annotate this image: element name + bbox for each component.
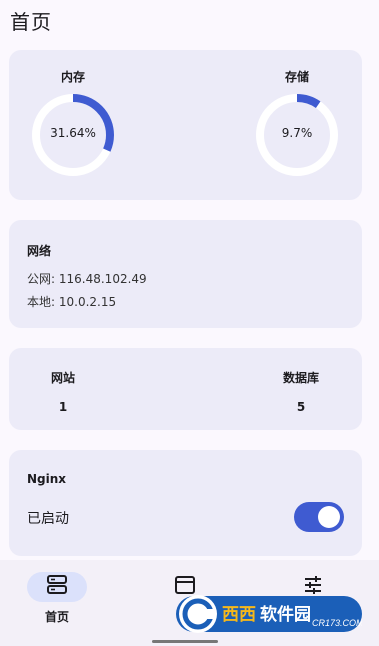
nginx-card: Nginx 已启动 [9,450,362,556]
public-ip-value: 116.48.102.49 [58,272,147,286]
storage-ring: 9.7% [252,90,342,180]
memory-ring: 31.64% [28,90,118,180]
local-ip-value: 10.0.2.15 [58,295,117,309]
nav-pill-home [27,572,87,602]
toggle-knob [318,506,340,528]
public-ip-row: 公网: 116.48.102.49 [27,270,147,287]
watermark-logo: 西西 软件园 CR173.COM [176,592,364,636]
databases-count: 5 [296,400,306,414]
storage-value: 9.7% [281,126,313,140]
memory-value: 31.64% [50,126,96,140]
storage-gauge[interactable]: 存储 9.7% [252,68,342,180]
network-card[interactable]: 网络 公网: 116.48.102.49 本地: 10.0.2.15 [9,220,362,328]
gesture-bar [152,640,218,643]
nginx-toggle[interactable] [294,502,344,532]
nav-item-home[interactable]: 首页 [2,572,112,625]
public-ip-label: 公网: [27,272,56,286]
svg-text:西西: 西西 [222,605,256,624]
sites-count: 1 [58,400,68,414]
svg-text:CR173.COM: CR173.COM [312,618,362,628]
memory-gauge[interactable]: 内存 31.64% [28,68,118,180]
databases-stat[interactable]: 数据库 5 [261,369,341,414]
nav-label-home: 首页 [44,610,69,624]
nginx-status: 已启动 [27,511,69,527]
local-ip-label: 本地: [27,295,56,309]
page-title: 首页 [10,10,52,34]
svg-text:软件园: 软件园 [260,604,311,624]
memory-label: 内存 [60,70,85,84]
local-ip-row: 本地: 10.0.2.15 [27,293,116,310]
dashboard-icon [46,575,68,599]
storage-label: 存储 [284,70,309,84]
sites-label: 网站 [50,371,75,385]
resources-card: 内存 31.64% 存储 9.7% [9,50,362,200]
nginx-title: Nginx [27,472,67,486]
databases-label: 数据库 [282,371,319,385]
stats-card: 网站 1 数据库 5 [9,348,362,430]
sites-stat[interactable]: 网站 1 [23,369,103,414]
network-title: 网络 [27,244,52,258]
